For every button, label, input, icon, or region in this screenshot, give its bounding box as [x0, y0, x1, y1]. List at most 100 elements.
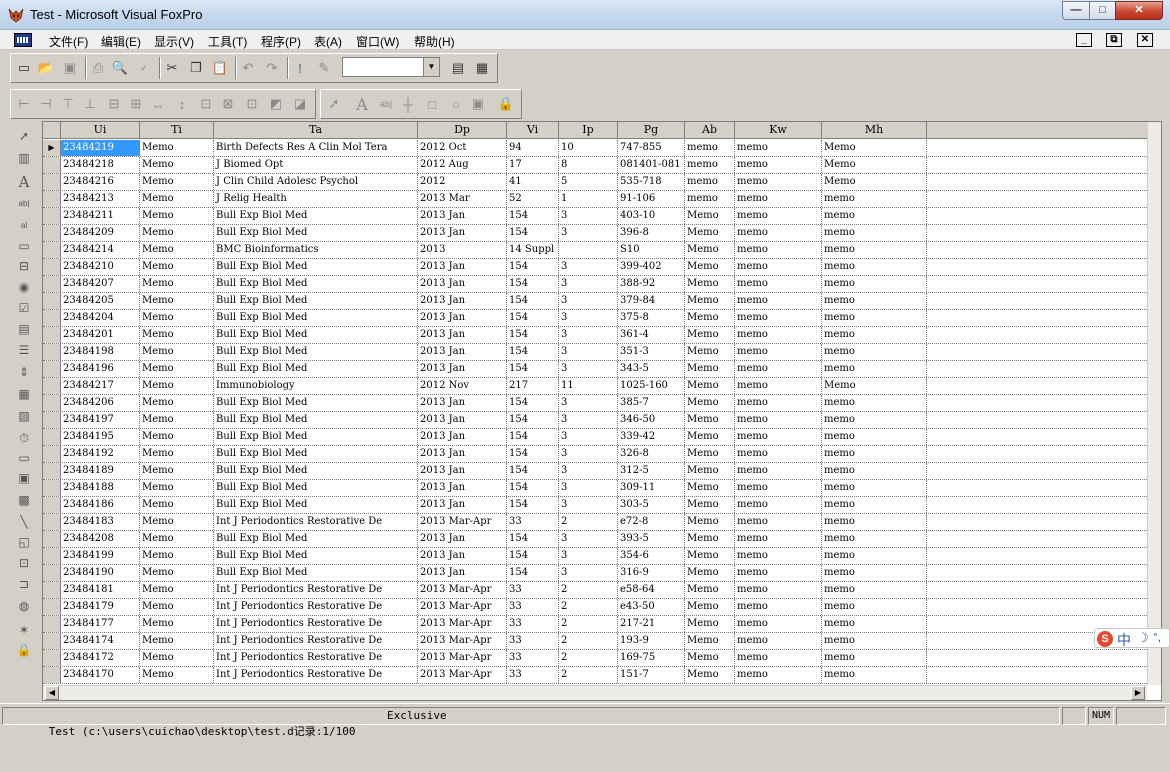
cell-ta[interactable]: Immunobiology: [214, 378, 418, 394]
cell-ip[interactable]: 11: [559, 378, 618, 394]
cell-mh[interactable]: memo: [822, 446, 927, 462]
cell-pg[interactable]: 151-7: [618, 667, 685, 683]
ole-bound-icon[interactable]: ▩: [13, 490, 35, 510]
cell-vi[interactable]: 154: [507, 565, 559, 581]
cell-dp[interactable]: 2013 Mar-Apr: [418, 514, 507, 530]
spell-check-icon[interactable]: ✓: [133, 57, 155, 79]
cell-mh[interactable]: memo: [822, 310, 927, 326]
cell-ui[interactable]: 23484186: [61, 497, 140, 513]
scroll-left-icon[interactable]: ◀: [45, 686, 59, 700]
cell-dp[interactable]: 2013 Jan: [418, 259, 507, 275]
cell-ui[interactable]: 23484213: [61, 191, 140, 207]
save-icon[interactable]: ▣: [59, 57, 81, 79]
cell-pg[interactable]: e43-50: [618, 599, 685, 615]
open-icon[interactable]: 📂: [35, 57, 57, 79]
row-selector[interactable]: [43, 259, 61, 275]
cell-dp[interactable]: 2013 Jan: [418, 480, 507, 496]
cell-mh[interactable]: memo: [822, 293, 927, 309]
cell-pg[interactable]: 326-8: [618, 446, 685, 462]
cell-vi[interactable]: 33: [507, 616, 559, 632]
cell-kw[interactable]: memo: [735, 412, 822, 428]
cell-ip[interactable]: 2: [559, 616, 618, 632]
cell-kw[interactable]: memo: [735, 191, 822, 207]
cell-kw[interactable]: memo: [735, 225, 822, 241]
cell-mh[interactable]: memo: [822, 259, 927, 275]
table-row[interactable]: 23484179 Memo Int J Periodontics Restorati…: [43, 599, 1147, 616]
row-selector[interactable]: [43, 395, 61, 411]
cell-ui[interactable]: 23484208: [61, 531, 140, 547]
cell-mh[interactable]: memo: [822, 548, 927, 564]
cell-pg[interactable]: 361-4: [618, 327, 685, 343]
cell-ti[interactable]: Memo: [140, 174, 214, 190]
cell-dp[interactable]: 2013 Jan: [418, 565, 507, 581]
moon-icon[interactable]: ☽: [1137, 630, 1149, 646]
cell-pg[interactable]: 312-5: [618, 463, 685, 479]
cell-vi[interactable]: 154: [507, 361, 559, 377]
cell-kw[interactable]: memo: [735, 667, 822, 683]
row-selector[interactable]: [43, 412, 61, 428]
cell-ui[interactable]: 23484170: [61, 667, 140, 683]
cell-pg[interactable]: 1025-160: [618, 378, 685, 394]
table-row[interactable]: 23484172 Memo Int J Periodontics Restorati…: [43, 650, 1147, 667]
cell-pg[interactable]: S10: [618, 242, 685, 258]
cell-kw[interactable]: memo: [735, 293, 822, 309]
cell-dp[interactable]: 2013 Jan: [418, 463, 507, 479]
column-header[interactable]: Ta: [214, 122, 418, 138]
print-icon[interactable]: ⎙: [87, 57, 109, 79]
table-row[interactable]: 23484198 Memo Bull Exp Biol Med 2013 Jan 154…: [43, 344, 1147, 361]
cell-ti[interactable]: Memo: [140, 650, 214, 666]
cell-dp[interactable]: 2013 Jan: [418, 293, 507, 309]
cell-vi[interactable]: 154: [507, 327, 559, 343]
container-icon[interactable]: ⊡: [13, 553, 35, 573]
cell-ta[interactable]: BMC Bioinformatics: [214, 242, 418, 258]
redo-icon[interactable]: ↷: [261, 57, 283, 79]
cell-mh[interactable]: memo: [822, 276, 927, 292]
cell-ti[interactable]: Memo: [140, 548, 214, 564]
cell-dp[interactable]: 2013 Jan: [418, 225, 507, 241]
table-row[interactable]: 23484207 Memo Bull Exp Biol Med 2013 Jan 154…: [43, 276, 1147, 293]
cell-ta[interactable]: Bull Exp Biol Med: [214, 344, 418, 360]
row-selector[interactable]: [43, 225, 61, 241]
cell-vi[interactable]: 154: [507, 531, 559, 547]
row-selector[interactable]: [43, 548, 61, 564]
cell-dp[interactable]: 2013 Mar-Apr: [418, 667, 507, 683]
doc-close-button[interactable]: ✕: [1137, 33, 1153, 47]
table-row[interactable]: 23484210 Memo Bull Exp Biol Med 2013 Jan 154…: [43, 259, 1147, 276]
row-selector[interactable]: [43, 429, 61, 445]
cell-ti[interactable]: Memo: [140, 463, 214, 479]
cell-pg[interactable]: 303-5: [618, 497, 685, 513]
cell-ui[interactable]: 23484174: [61, 633, 140, 649]
cell-mh[interactable]: memo: [822, 667, 927, 683]
cell-kw[interactable]: memo: [735, 633, 822, 649]
cell-dp[interactable]: 2013 Mar: [418, 191, 507, 207]
ime-status-widget[interactable]: S 中 ☽ °,: [1094, 628, 1170, 648]
punctuation-icon[interactable]: °,: [1153, 630, 1161, 644]
table-row[interactable]: 23484214 Memo BMC Bioinformatics 2013 14 Sup…: [43, 242, 1147, 259]
cell-ui[interactable]: 23484201: [61, 327, 140, 343]
cell-ip[interactable]: 3: [559, 395, 618, 411]
cell-ti[interactable]: Memo: [140, 140, 214, 156]
copy-icon[interactable]: ❐: [185, 57, 207, 79]
cell-ta[interactable]: Int J Periodontics Restorative De: [214, 582, 418, 598]
menu-file[interactable]: 文件(F): [49, 33, 88, 50]
cell-ip[interactable]: 3: [559, 446, 618, 462]
cell-ab[interactable]: memo: [685, 191, 735, 207]
cell-ti[interactable]: Memo: [140, 565, 214, 581]
line-icon[interactable]: ┼: [397, 93, 419, 115]
cell-kw[interactable]: memo: [735, 157, 822, 173]
cell-ip[interactable]: 3: [559, 497, 618, 513]
row-selector[interactable]: [43, 497, 61, 513]
cell-dp[interactable]: 2013 Jan: [418, 497, 507, 513]
cell-mh[interactable]: memo: [822, 650, 927, 666]
same-height-icon[interactable]: ↕: [171, 93, 193, 115]
cell-ab[interactable]: Memo: [685, 293, 735, 309]
cell-ip[interactable]: 5: [559, 174, 618, 190]
cell-pg[interactable]: 217-21: [618, 616, 685, 632]
cell-mh[interactable]: memo: [822, 582, 927, 598]
cell-pg[interactable]: 339-42: [618, 429, 685, 445]
cell-kw[interactable]: memo: [735, 378, 822, 394]
cell-ab[interactable]: memo: [685, 140, 735, 156]
align-hcenter-icon[interactable]: ⊞: [125, 93, 147, 115]
row-selector[interactable]: [43, 633, 61, 649]
cell-ui[interactable]: 23484206: [61, 395, 140, 411]
